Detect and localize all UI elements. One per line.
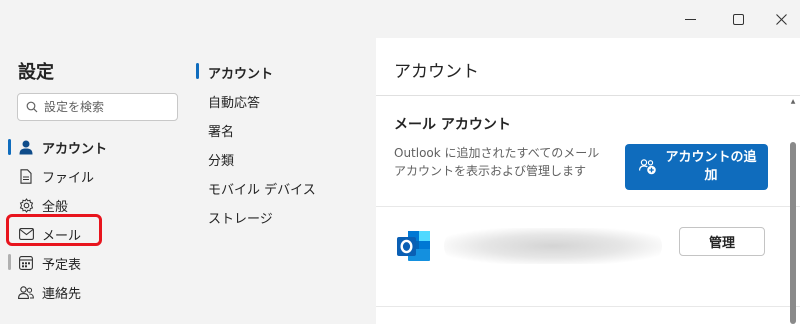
nav-item-calendar[interactable]: 予定表 <box>8 250 188 276</box>
outlook-logo-icon <box>396 229 432 263</box>
divider <box>376 206 800 207</box>
account-content: アカウント メール アカウント Outlook に追加されたすべてのメール アカ… <box>376 38 800 324</box>
section-description: Outlook に追加されたすべてのメール アカウントを表示および管理します <box>394 146 600 178</box>
subnav-item-mobile-devices[interactable]: モバイル デバイス <box>208 179 316 198</box>
scroll-thumb[interactable] <box>790 142 796 324</box>
title-bar <box>0 0 800 38</box>
subnav-item-storage[interactable]: ストレージ <box>208 208 273 227</box>
page-title: アカウント <box>394 62 479 82</box>
nav-item-label: 連絡先 <box>42 286 82 302</box>
close-icon <box>775 13 787 25</box>
settings-title: 設定 <box>18 62 54 83</box>
nav-item-files[interactable]: ファイル <box>8 163 188 189</box>
document-icon <box>18 168 34 184</box>
close-button[interactable] <box>758 0 800 38</box>
nav-item-label: ファイル <box>42 170 95 186</box>
divider <box>376 306 800 307</box>
search-icon <box>26 101 38 113</box>
subnav-selected-indicator <box>196 63 199 79</box>
gear-icon <box>18 197 34 213</box>
maximize-button[interactable] <box>715 0 761 38</box>
subnav-item-signature[interactable]: 署名 <box>208 121 234 140</box>
people-icon <box>18 284 34 300</box>
mail-highlight-box <box>6 214 102 246</box>
scroll-up-icon[interactable]: ▲ <box>790 98 796 106</box>
nav-item-contacts[interactable]: 連絡先 <box>8 279 188 305</box>
minimize-icon <box>684 18 696 20</box>
add-person-icon <box>639 158 657 176</box>
manage-button[interactable]: 管理 <box>679 227 765 256</box>
maximize-icon <box>732 13 744 25</box>
scrollbar[interactable]: ▲ <box>790 98 796 324</box>
calendar-icon <box>18 255 34 271</box>
add-account-label: アカウントの追加 <box>665 150 757 183</box>
settings-nav: 設定 アカウント ファイル 全般 メール 予定表 <box>0 38 196 324</box>
account-info-blurred <box>444 228 662 264</box>
subnav-item-categories[interactable]: 分類 <box>208 150 234 169</box>
add-account-button[interactable]: アカウントの追加 <box>625 144 768 190</box>
minimize-button[interactable] <box>667 0 713 38</box>
section-title: メール アカウント <box>394 117 511 133</box>
person-icon <box>18 139 34 155</box>
subnav-item-account[interactable]: アカウント <box>208 63 273 82</box>
nav-item-label: アカウント <box>42 141 108 157</box>
divider <box>376 95 800 96</box>
nav-item-account[interactable]: アカウント <box>8 134 188 160</box>
search-input[interactable] <box>44 100 164 114</box>
nav-item-label: 全般 <box>42 199 69 215</box>
nav-item-label: 予定表 <box>42 257 82 273</box>
settings-search[interactable] <box>17 93 178 121</box>
account-subnav: アカウント 自動応答 署名 分類 モバイル デバイス ストレージ <box>196 38 376 324</box>
subnav-item-auto-reply[interactable]: 自動応答 <box>208 92 260 111</box>
